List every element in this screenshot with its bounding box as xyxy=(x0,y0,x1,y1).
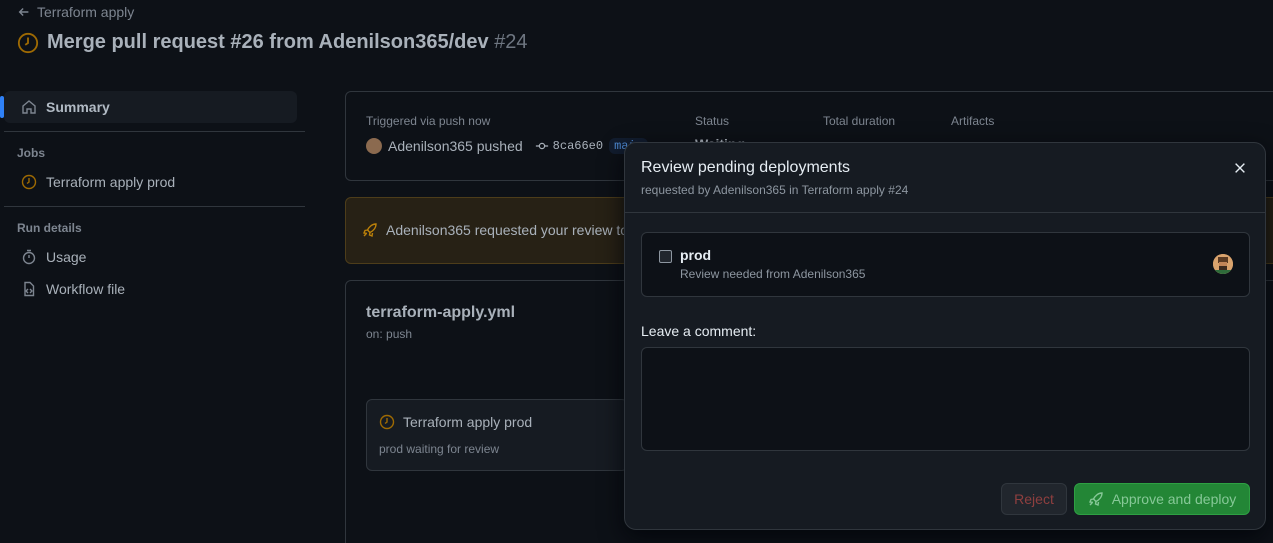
git-commit-icon xyxy=(535,142,548,150)
comment-textarea[interactable] xyxy=(641,347,1250,451)
commit-sha[interactable]: 8ca66e0 xyxy=(535,139,603,153)
sidebar-item-label: Usage xyxy=(46,249,87,265)
sidebar-heading-run-details: Run details xyxy=(17,221,82,235)
approve-and-deploy-button[interactable]: Approve and deploy xyxy=(1074,483,1250,515)
page-title-row: Merge pull request #26 from Adenilson365… xyxy=(17,31,528,54)
stopwatch-icon xyxy=(22,249,36,265)
back-link[interactable]: Terraform apply xyxy=(17,4,134,20)
dialog-header: Review pending deployments requested by … xyxy=(625,143,1265,213)
environment-name: prod xyxy=(680,247,712,263)
job-node-label: Terraform apply prod xyxy=(403,414,533,430)
sidebar-item-label: Workflow file xyxy=(46,281,126,297)
job-node-status: prod waiting for review xyxy=(379,442,500,456)
trigger-row: Adenilson365 pushed 8ca66e0 main xyxy=(366,138,648,154)
commit-sha-label: 8ca66e0 xyxy=(552,139,604,153)
job-node-title: Terraform apply prod xyxy=(379,414,532,430)
avatar-image-icon xyxy=(1213,254,1233,274)
artifacts-label: Artifacts xyxy=(951,114,995,128)
review-banner-text: Adenilson365 requested your review to xyxy=(386,222,629,238)
duration-label: Total duration xyxy=(823,114,896,128)
workflow-file-title: terraform-apply.yml xyxy=(366,304,516,321)
rocket-icon xyxy=(363,223,377,237)
approve-button-label: Approve and deploy xyxy=(1111,491,1237,507)
close-button[interactable] xyxy=(1229,157,1251,179)
avatar[interactable] xyxy=(366,138,382,154)
home-icon xyxy=(22,100,36,114)
clock-icon xyxy=(21,174,37,190)
status-label: Status xyxy=(695,114,730,128)
actor-text: Adenilson365 pushed xyxy=(388,138,523,154)
avatar[interactable] xyxy=(1213,254,1233,274)
run-number: #24 xyxy=(494,31,528,53)
close-icon xyxy=(1235,163,1245,173)
clock-icon xyxy=(379,414,395,430)
workflow-trigger: on: push xyxy=(366,327,413,341)
environment-checkbox[interactable] xyxy=(659,250,672,263)
sidebar-item-workflow-file[interactable]: Workflow file xyxy=(4,273,297,305)
triggered-label: Triggered via push now xyxy=(366,114,491,128)
sidebar-item-job[interactable]: Terraform apply prod xyxy=(4,166,297,198)
job-node[interactable]: Terraform apply prod prod waiting for re… xyxy=(366,399,628,471)
sidebar-item-usage[interactable]: Usage xyxy=(4,241,297,273)
sidebar-item-label: Summary xyxy=(46,99,110,115)
divider xyxy=(4,206,305,207)
file-code-icon xyxy=(24,281,35,297)
arrow-left-icon xyxy=(18,8,29,16)
environment-option: prod Review needed from Adenilson365 xyxy=(641,232,1250,297)
dialog-subtitle: requested by Adenilson365 in Terraform a… xyxy=(641,183,909,197)
sidebar-item-label: Terraform apply prod xyxy=(46,174,176,190)
review-deployments-dialog: Review pending deployments requested by … xyxy=(624,142,1266,530)
comment-label: Leave a comment: xyxy=(641,323,757,339)
reject-button[interactable]: Reject xyxy=(1001,483,1067,515)
sidebar: Summary Jobs Terraform apply prod Run de… xyxy=(0,88,305,305)
dialog-title: Review pending deployments xyxy=(641,159,851,176)
divider xyxy=(4,131,305,132)
rocket-icon xyxy=(1088,492,1103,506)
clock-icon xyxy=(17,32,39,53)
sidebar-heading-jobs: Jobs xyxy=(17,146,46,160)
environment-reviewer: Review needed from Adenilson365 xyxy=(680,267,866,281)
sidebar-item-summary[interactable]: Summary xyxy=(0,91,297,123)
page-title: Merge pull request #26 from Adenilson365… xyxy=(47,31,528,53)
back-link-label: Terraform apply xyxy=(37,4,135,20)
